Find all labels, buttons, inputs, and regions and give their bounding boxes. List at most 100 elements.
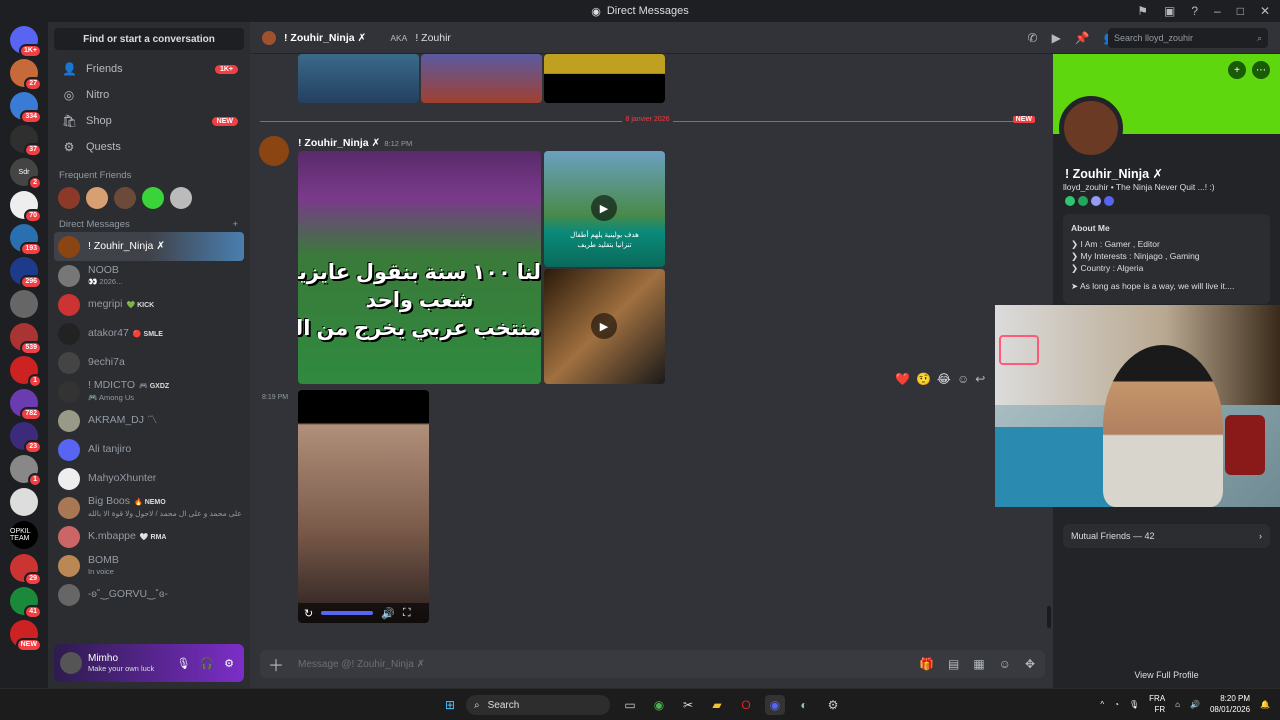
server-icon[interactable]: 1K+ — [10, 26, 42, 58]
discord-taskbar-icon[interactable]: ◉ — [765, 695, 785, 715]
add-friend-icon[interactable]: + — [1228, 61, 1246, 79]
volume-icon[interactable]: 🔊 — [381, 607, 395, 620]
apps-icon[interactable]: ✥ — [1025, 657, 1035, 671]
chevron-up-icon[interactable]: ^ — [1100, 700, 1104, 709]
video-player[interactable]: ↻ 🔊 ⛶ — [298, 390, 429, 623]
dm-item[interactable]: atakor47 🔴 SMLE — [54, 319, 244, 348]
image-attachment[interactable] — [421, 54, 542, 103]
network-icon[interactable]: ⌂ — [1175, 700, 1180, 709]
badge-icon[interactable] — [1078, 196, 1088, 206]
dm-item[interactable]: NOOB 👀 2026... — [54, 261, 244, 290]
dm-item[interactable]: K.mbappe 🤍 RMA — [54, 522, 244, 551]
inbox-icon[interactable]: ⚑ — [1137, 4, 1148, 18]
emoji-icon[interactable]: ☺ — [999, 657, 1011, 671]
tray-app-icon[interactable]: ◔ — [1114, 700, 1119, 709]
friend-avatar[interactable] — [86, 187, 108, 209]
server-icon[interactable]: 193 — [10, 224, 42, 256]
reaction-laugh[interactable]: 😂 — [937, 372, 951, 386]
message-composer[interactable]: ＋ Message @! Zouhir_Ninja ✗ 🎁 ▤ ▦ ☺ ✥ — [260, 650, 1045, 678]
dm-item[interactable]: ! MDICTO 🎮 GXDZ 🎮 Among Us — [54, 377, 244, 406]
settings-icon[interactable]: ⚙ — [823, 695, 843, 715]
nav-item-shop[interactable]: 🛍 Shop NEW — [54, 108, 244, 134]
pin-icon[interactable]: 📌 — [1075, 31, 1090, 45]
add-attachment-icon[interactable]: ＋ — [268, 652, 284, 676]
badge-icon[interactable] — [1091, 196, 1101, 206]
reaction-heart[interactable]: ❤️ — [895, 372, 910, 386]
server-icon[interactable]: 1 — [10, 356, 42, 388]
video-call-icon[interactable]: ▶ — [1052, 31, 1061, 45]
screen-icon[interactable]: ▣ — [1164, 4, 1175, 18]
maximize-button[interactable]: □ — [1237, 4, 1244, 18]
friend-avatar[interactable] — [58, 187, 80, 209]
fullscreen-icon[interactable]: ⛶ — [403, 607, 411, 620]
nav-item-friends[interactable]: 👤 Friends 1K+ — [54, 56, 244, 82]
taskbar-search[interactable]: ⌕ Search — [466, 695, 610, 715]
file-explorer-icon[interactable]: ▰ — [707, 695, 727, 715]
progress-bar[interactable] — [321, 611, 374, 615]
gif-icon[interactable]: ▤ — [948, 657, 959, 671]
headphones-icon[interactable]: 🎧 — [200, 657, 214, 670]
dm-item[interactable]: 9echi7a — [54, 348, 244, 377]
badge-icon[interactable] — [1065, 196, 1075, 206]
add-reaction-icon[interactable]: ☺ — [957, 372, 969, 386]
server-icon[interactable]: 334 — [10, 92, 42, 124]
server-icon[interactable]: 27 — [10, 59, 42, 91]
add-dm-icon[interactable]: + — [232, 219, 238, 230]
dm-item[interactable]: Ali tanjiro — [54, 435, 244, 464]
video-attachment[interactable]: ▶ هدف بولينية يلهم أطفال تنزانيا بتقليد … — [544, 151, 665, 267]
clock[interactable]: 8:20 PM 08/01/2026 — [1210, 693, 1250, 715]
nav-item-quests[interactable]: ⚙ Quests — [54, 134, 244, 160]
badge-icon[interactable] — [1104, 196, 1114, 206]
steam-icon[interactable]: ◐ — [794, 695, 814, 715]
server-icon[interactable]: 782 — [10, 389, 42, 421]
dm-item[interactable]: Big Boos 🔥 NEMO وصل على محمد و على ال محمد… — [54, 493, 244, 522]
settings-gear-icon[interactable]: ⚙ — [224, 657, 234, 670]
message-author[interactable]: ! Zouhir_Ninja ✗ — [298, 137, 380, 149]
server-icon[interactable]: 1 — [10, 455, 42, 487]
gift-icon[interactable]: 🎁 — [919, 657, 934, 671]
dm-item[interactable]: BOMB In voice — [54, 551, 244, 580]
dm-item[interactable]: megripi 💚 KICK — [54, 290, 244, 319]
help-icon[interactable]: ? — [1191, 4, 1198, 18]
dm-item[interactable]: -ʚ˚‿GORVU‿˚ɞ- — [54, 580, 244, 609]
server-icon[interactable]: 29 — [10, 554, 42, 586]
microphone-icon[interactable]: 🎙 — [176, 657, 190, 670]
dm-item[interactable]: MahyoXhunter — [54, 464, 244, 493]
server-icon[interactable]: 23 — [10, 422, 42, 454]
mutual-friends-row[interactable]: Mutual Friends — 42 › — [1063, 524, 1270, 548]
snipping-tool-icon[interactable]: ✂ — [678, 695, 698, 715]
friend-avatar[interactable] — [142, 187, 164, 209]
user-avatar[interactable] — [60, 652, 82, 674]
server-icon[interactable]: 539 — [10, 323, 42, 355]
view-full-profile-link[interactable]: View Full Profile — [1053, 670, 1280, 680]
notifications-icon[interactable]: 🔔 — [1260, 700, 1270, 709]
server-icon[interactable]: 37 — [10, 125, 42, 157]
reaction-raised-eyebrow[interactable]: 🤨 — [916, 372, 931, 386]
image-attachment[interactable] — [298, 54, 419, 103]
server-icon[interactable]: Sdr 2 — [10, 158, 42, 190]
voice-call-icon[interactable]: ✆ — [1028, 31, 1038, 45]
close-button[interactable]: ✕ — [1260, 4, 1270, 18]
image-attachment[interactable] — [544, 54, 665, 103]
microphone-tray-icon[interactable]: 🎙 — [1129, 700, 1139, 709]
find-conversation-button[interactable]: Find or start a conversation — [54, 28, 244, 50]
search-input[interactable]: Search lloyd_zouhir ⌕ — [1108, 28, 1268, 48]
play-icon[interactable]: ▶ — [591, 313, 617, 339]
opera-icon[interactable]: O — [736, 695, 756, 715]
server-icon[interactable]: NEW — [10, 620, 42, 652]
language-indicator[interactable]: FRA FR — [1149, 693, 1165, 715]
more-options-icon[interactable]: ⋯ — [1252, 61, 1270, 79]
chrome-icon[interactable]: ◉ — [649, 695, 669, 715]
server-icon[interactable]: 70 — [10, 191, 42, 223]
message-input[interactable]: Message @! Zouhir_Ninja ✗ — [298, 659, 425, 670]
server-icon[interactable]: 296 — [10, 257, 42, 289]
author-avatar[interactable] — [259, 136, 289, 166]
video-attachment[interactable]: لنا ١٠٠ سنة بنقول عايزين نر شعب واحد منت… — [298, 151, 541, 384]
dm-item[interactable]: ! Zouhir_Ninja ✗ — [54, 232, 244, 261]
reply-icon[interactable]: ↩ — [975, 372, 985, 386]
friend-avatar[interactable] — [170, 187, 192, 209]
video-attachment[interactable]: ▶ — [544, 269, 665, 384]
server-icon[interactable]: OPKIL TEAM — [10, 521, 38, 549]
nav-item-nitro[interactable]: ◎ Nitro — [54, 82, 244, 108]
play-icon[interactable]: ▶ — [591, 195, 617, 221]
